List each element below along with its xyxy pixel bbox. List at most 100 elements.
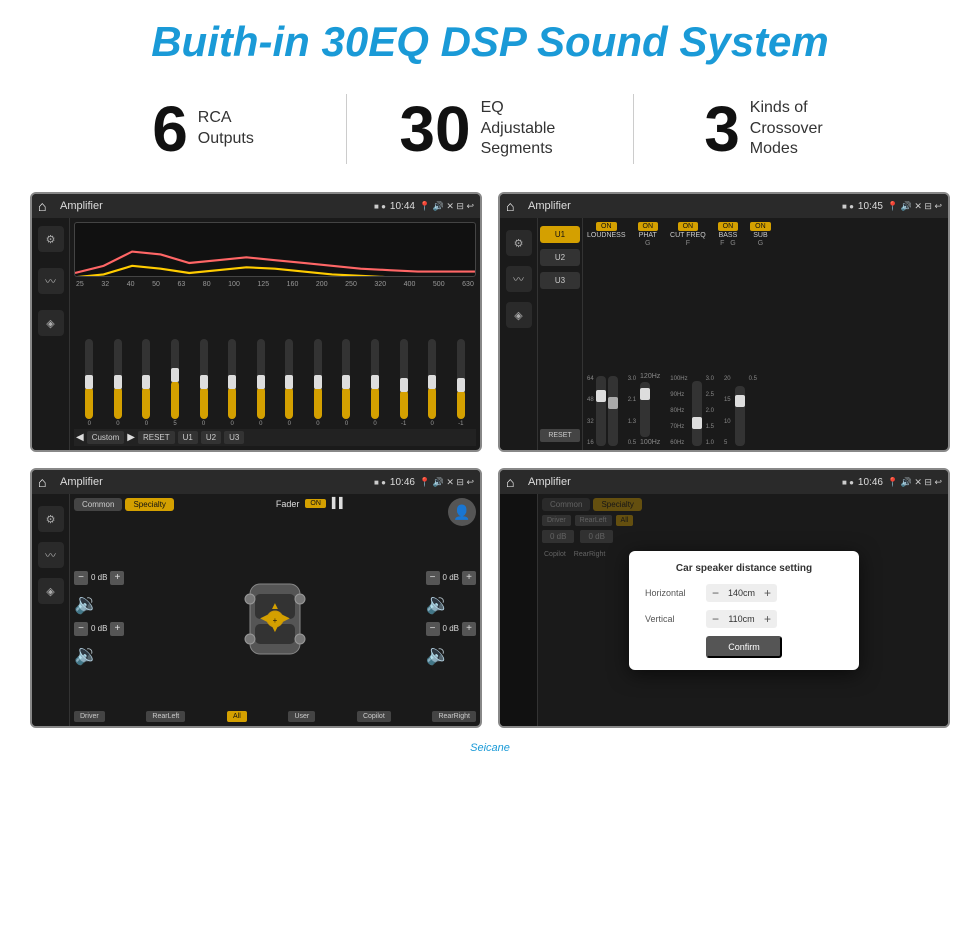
dlg-vertical-minus[interactable]: −	[710, 612, 721, 626]
eq-icon-settings[interactable]: ⚙	[38, 226, 64, 252]
eq-slider-10[interactable]: 0	[333, 339, 360, 427]
eq-slider-4[interactable]: 5	[162, 339, 189, 427]
cx-reset-btn[interactable]: RESET	[540, 429, 580, 442]
sp-db-val-br: 0 dB	[443, 624, 459, 633]
sp-minus-tr[interactable]: −	[426, 571, 440, 585]
dlg-horizontal-row: Horizontal − 140cm +	[645, 584, 843, 602]
sp-tab-specialty[interactable]: Specialty	[125, 498, 173, 511]
sp-profile-icon[interactable]: 👤	[448, 498, 476, 526]
home-icon-dlg[interactable]: ⌂	[506, 473, 524, 491]
eq-slider-12[interactable]: -1	[390, 339, 417, 427]
eq-slider-13[interactable]: 0	[419, 339, 446, 427]
eq-slider-8[interactable]: 0	[276, 339, 303, 427]
sp-fader-row: Fader ON ▌▌	[276, 498, 346, 509]
eq-u2-btn[interactable]: U2	[201, 431, 221, 444]
sp-zone-rearleft[interactable]: RearLeft	[146, 711, 185, 722]
screen-eq: ⌂ Amplifier ■ ● 10:44 📍 🔊 ✕ ⊟ ↩ ⚙ 〰 ◈	[30, 192, 482, 452]
eq-slider-5[interactable]: 0	[190, 339, 217, 427]
eq-prev-btn[interactable]: ◀	[76, 432, 84, 443]
stat-eq: 30 EQ AdjustableSegments	[347, 97, 633, 161]
cx-vslider-3a[interactable]	[692, 381, 702, 446]
record-icon: ■ ●	[374, 202, 386, 211]
cx-record-icon: ■ ●	[842, 202, 854, 211]
sp-plus-br[interactable]: +	[462, 622, 476, 636]
sp-db-control-bl: − 0 dB +	[74, 622, 124, 636]
home-icon-cx[interactable]: ⌂	[506, 197, 524, 215]
dlg-horizontal-plus[interactable]: +	[762, 586, 773, 600]
sp-icon-settings[interactable]: ⚙	[38, 506, 64, 532]
screen-crossover: ⌂ Amplifier ■ ● 10:45 📍 🔊 ✕ ⊟ ↩ ⚙ 〰 ◈ U1…	[498, 192, 950, 452]
sp-icon-speaker[interactable]: ◈	[38, 578, 64, 604]
cx-sub-on[interactable]: ON	[750, 222, 771, 231]
cx-preset-u1[interactable]: U1	[540, 226, 580, 243]
cx-icon-settings[interactable]: ⚙	[506, 230, 532, 256]
dlg-horizontal-value: 140cm	[724, 588, 759, 598]
header-section: Buith-in 30EQ DSP Sound System	[0, 0, 980, 76]
sp-center-car: + ▲ ▼ ◀ ▶	[128, 574, 421, 664]
eq-u3-btn[interactable]: U3	[224, 431, 244, 444]
eq-slider-14[interactable]: -1	[448, 339, 475, 427]
cx-loudness-on[interactable]: ON	[596, 222, 617, 231]
sp-icon-wave[interactable]: 〰	[38, 542, 64, 568]
cx-preset-u2[interactable]: U2	[540, 249, 580, 266]
sp-zone-all[interactable]: All	[227, 711, 247, 722]
eq-slider-6[interactable]: 0	[219, 339, 246, 427]
eq-icon-speaker[interactable]: ◈	[38, 310, 64, 336]
cx-screen-title: Amplifier	[528, 200, 838, 212]
cx-vslider-1a[interactable]	[596, 376, 606, 446]
cx-phat-freq: G	[645, 240, 650, 247]
eq-slider-7[interactable]: 0	[247, 339, 274, 427]
eq-slider-9[interactable]: 0	[305, 339, 332, 427]
cx-vslider-4a[interactable]	[735, 386, 745, 446]
cx-main-panel: ON LOUDNESS ON PHAT G ON CUT FREQ F	[583, 218, 948, 450]
sp-car-svg: + ▲ ▼ ◀ ▶	[230, 574, 320, 664]
cx-content-area: U1 U2 U3 RESET ON LOUDNESS ON PHAT	[538, 218, 948, 450]
cx-main-area: ⚙ 〰 ◈ U1 U2 U3 RESET ON LOUDNESS	[500, 218, 948, 450]
cx-bass-on[interactable]: ON	[718, 222, 739, 231]
sp-db-control-tr: − 0 dB +	[426, 571, 476, 585]
sp-minus-br[interactable]: −	[426, 622, 440, 636]
sp-fader-on[interactable]: ON	[305, 499, 326, 508]
eq-next-btn[interactable]: ▶	[127, 432, 135, 443]
stat-number-eq: 30	[399, 97, 470, 161]
cx-freq-labels-3b: 3.0 2.5 2.0 1.5 1.0	[706, 376, 714, 446]
cx-vslider-2a[interactable]	[640, 382, 650, 437]
cx-cutfreq-on[interactable]: ON	[678, 222, 699, 231]
eq-slider-3[interactable]: 0	[133, 339, 160, 427]
eq-freq-labels: 25 32 40 50 63 80 100 125 160 200 250 32…	[74, 281, 476, 288]
home-icon[interactable]: ⌂	[38, 197, 56, 215]
eq-slider-2[interactable]: 0	[105, 339, 132, 427]
sp-zone-rearright[interactable]: RearRight	[432, 711, 476, 722]
sp-minus-bl[interactable]: −	[74, 622, 88, 636]
dlg-vertical-plus[interactable]: +	[762, 612, 773, 626]
eq-icon-wave[interactable]: 〰	[38, 268, 64, 294]
sp-zone-driver[interactable]: Driver	[74, 711, 105, 722]
sp-plus-bl[interactable]: +	[110, 622, 124, 636]
cx-icon-speaker[interactable]: ◈	[506, 302, 532, 328]
cx-phat-on[interactable]: ON	[638, 222, 659, 231]
eq-bottom-bar: ◀ Custom ▶ RESET U1 U2 U3	[74, 429, 476, 446]
cx-icon-wave[interactable]: 〰	[506, 266, 532, 292]
sp-plus-tl[interactable]: +	[110, 571, 124, 585]
cx-sub-freq: G	[758, 240, 763, 247]
eq-slider-1[interactable]: 0	[76, 339, 103, 427]
cx-vslider-1b[interactable]	[608, 376, 618, 446]
cx-preset-u3[interactable]: U3	[540, 272, 580, 289]
eq-custom-btn[interactable]: Custom	[87, 431, 125, 444]
home-icon-sp[interactable]: ⌂	[38, 473, 56, 491]
cx-bass-label: BASS	[719, 232, 738, 239]
dlg-topbar-icons: 📍 🔊 ✕ ⊟ ↩	[887, 477, 942, 488]
sp-zone-user[interactable]: User	[288, 711, 315, 722]
dlg-confirm-button[interactable]: Confirm	[706, 636, 782, 658]
sp-db-val-tl: 0 dB	[91, 573, 107, 582]
cx-time: 10:45	[858, 201, 883, 212]
dlg-horizontal-minus[interactable]: −	[710, 586, 721, 600]
sp-minus-tl[interactable]: −	[74, 571, 88, 585]
sp-tab-common[interactable]: Common	[74, 498, 122, 511]
eq-reset-btn[interactable]: RESET	[138, 431, 175, 444]
sp-zone-copilot[interactable]: Copilot	[357, 711, 391, 722]
eq-u1-btn[interactable]: U1	[178, 431, 198, 444]
sp-plus-tr[interactable]: +	[462, 571, 476, 585]
dlg-main-area: Common Specialty Driver RearLeft All 0 d…	[500, 494, 948, 726]
eq-slider-11[interactable]: 0	[362, 339, 389, 427]
